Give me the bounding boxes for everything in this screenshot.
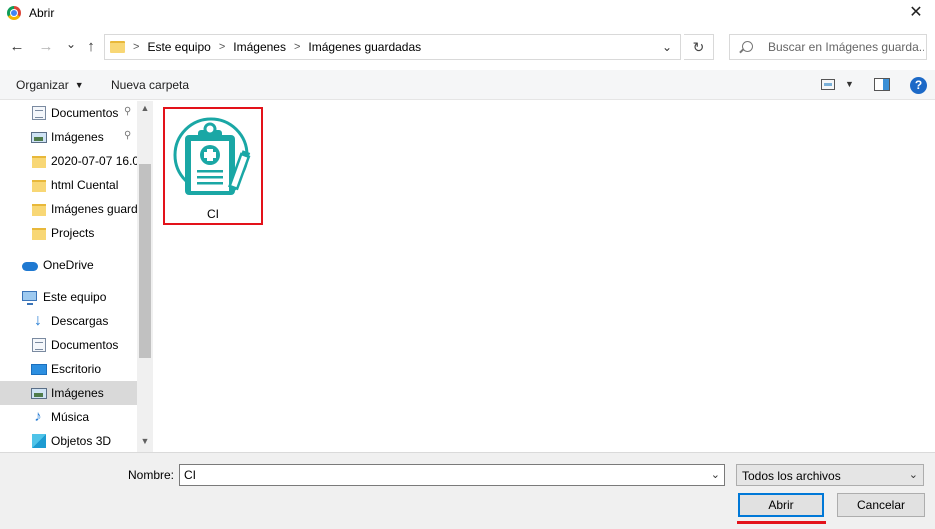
sidebar-item-html-cuental[interactable]: html Cuental — [0, 173, 137, 197]
chevron-down-icon[interactable]: ⌄ — [711, 468, 720, 481]
scrollbar-thumb[interactable] — [139, 164, 151, 358]
file-type-value: Todos los archivos — [742, 469, 841, 483]
sidebar-item-label: OneDrive — [43, 258, 94, 272]
breadcrumb-separator[interactable]: > — [294, 41, 300, 53]
folder-icon — [32, 228, 46, 240]
sidebar-item-label: Projects — [51, 226, 95, 240]
folder-icon — [32, 204, 46, 216]
window-title: Abrir — [29, 6, 55, 20]
folder-icon — [32, 180, 46, 192]
sidebar-item-documentos[interactable]: Documentos — [0, 333, 137, 357]
chevron-down-icon[interactable]: ⌄ — [662, 40, 672, 54]
command-toolbar: Organizar ▼ Nueva carpeta ▼ ? — [0, 70, 935, 100]
pin-icon: ⚲ — [124, 106, 132, 117]
onedrive-icon — [22, 262, 38, 271]
file-item-ci[interactable]: CI — [163, 107, 263, 225]
up-arrow-icon[interactable]: ↑ — [82, 38, 100, 56]
breadcrumb-imagenes[interactable]: Imágenes — [233, 40, 286, 54]
sidebar-item-imagenes-guardadas[interactable]: Imágenes guard — [0, 197, 137, 221]
computer-icon — [22, 291, 37, 305]
sidebar-item-este-equipo[interactable]: Este equipo — [0, 285, 137, 309]
chrome-icon — [7, 6, 21, 20]
breadcrumb-imagenes-guardadas[interactable]: Imágenes guardadas — [308, 40, 421, 54]
address-bar[interactable]: > Este equipo > Imágenes > Imágenes guar… — [104, 34, 681, 60]
close-button[interactable]: ✕ — [905, 2, 927, 24]
sidebar-item-label: Documentos — [51, 106, 119, 120]
music-icon: ♪ — [34, 408, 42, 425]
highlight-underline — [737, 521, 826, 524]
preview-pane-icon[interactable] — [874, 78, 890, 91]
sidebar-item-label: Documentos — [51, 338, 119, 352]
breadcrumb-este-equipo[interactable]: Este equipo — [147, 40, 210, 54]
document-icon — [32, 338, 46, 352]
sidebar-item-label: 2020-07-07 16.01 — [51, 154, 137, 168]
folder-icon — [32, 156, 46, 168]
sidebar-item-label: Objetos 3D — [51, 434, 112, 448]
help-icon[interactable]: ? — [910, 77, 927, 94]
dialog-footer: Nombre: ⌄ Todos los archivos ⌄ Abrir Can… — [0, 452, 935, 529]
sidebar-item-imagenes-quick[interactable]: Imágenes ⚲ — [0, 125, 137, 149]
sidebar-item-escritorio[interactable]: Escritorio — [0, 357, 137, 381]
sidebar-item-label: Escritorio — [51, 362, 102, 376]
search-input[interactable] — [768, 39, 924, 55]
images-icon — [31, 388, 47, 399]
scroll-down-arrow-icon[interactable]: ▼ — [137, 436, 153, 450]
sidebar-item-label: html Cuental — [51, 178, 119, 192]
pin-icon: ⚲ — [124, 130, 132, 141]
refresh-icon[interactable]: ↻ — [684, 34, 714, 60]
images-icon — [31, 132, 47, 143]
navigation-bar: ← → ⌄ ↑ > Este equipo > Imágenes > Imáge… — [0, 32, 935, 64]
sidebar-item-documentos-quick[interactable]: Documentos ⚲ — [0, 101, 137, 125]
back-arrow-icon[interactable]: ← — [8, 38, 26, 56]
sidebar-item-imagenes[interactable]: Imágenes — [0, 381, 137, 405]
breadcrumb-separator[interactable]: > — [219, 41, 225, 53]
navigation-pane: Documentos ⚲ Imágenes ⚲ 2020-07-07 16.01… — [0, 101, 153, 452]
sidebar-item-objetos-3d[interactable]: Objetos 3D — [0, 429, 137, 452]
sidebar-item-descargas[interactable]: ↓ Descargas — [0, 309, 137, 333]
breadcrumb-separator[interactable]: > — [133, 41, 139, 53]
organize-label: Organizar — [16, 78, 69, 92]
sidebar-item-label: Este equipo — [43, 290, 107, 304]
clipboard-medical-icon — [171, 113, 257, 203]
sidebar-item-label: Música — [51, 410, 90, 424]
sidebar-item-label: Imágenes — [51, 386, 104, 400]
sidebar-item-projects[interactable]: Projects — [0, 221, 137, 245]
scroll-up-arrow-icon[interactable]: ▲ — [137, 103, 153, 117]
sidebar-item-label: Descargas — [51, 314, 109, 328]
file-name-label: CI — [207, 207, 219, 221]
download-icon: ↓ — [34, 312, 42, 329]
file-type-select[interactable]: Todos los archivos ⌄ — [736, 464, 924, 486]
view-options-caret-icon[interactable]: ▼ — [845, 79, 854, 89]
cancel-button[interactable]: Cancelar — [837, 493, 925, 517]
title-bar: Abrir ✕ — [0, 0, 935, 26]
sidebar-item-label: Imágenes guard — [51, 202, 137, 216]
filename-input[interactable] — [184, 467, 704, 483]
open-button[interactable]: Abrir — [738, 493, 824, 517]
3d-objects-icon — [32, 434, 46, 448]
chevron-down-icon: ⌄ — [908, 469, 918, 481]
search-box[interactable] — [729, 34, 927, 60]
search-icon — [742, 41, 753, 52]
organize-menu[interactable]: Organizar ▼ — [16, 78, 84, 92]
desktop-icon — [31, 364, 47, 375]
filename-combobox[interactable]: ⌄ — [179, 464, 725, 486]
recent-locations-chevron-icon[interactable]: ⌄ — [62, 35, 80, 53]
sidebar-item-musica[interactable]: ♪ Música — [0, 405, 137, 429]
new-folder-button[interactable]: Nueva carpeta — [111, 78, 189, 92]
filename-label: Nombre: — [128, 468, 175, 482]
file-list: CI — [158, 101, 935, 452]
sidebar-item-label: Imágenes — [51, 130, 104, 144]
sidebar-item-onedrive[interactable]: OneDrive — [0, 253, 137, 277]
folder-icon — [110, 41, 125, 53]
change-view-icon[interactable] — [821, 79, 835, 90]
sidebar-item-folder-2020[interactable]: 2020-07-07 16.01 — [0, 149, 137, 173]
forward-arrow-icon[interactable]: → — [37, 38, 55, 56]
document-icon — [32, 106, 46, 120]
caret-down-icon: ▼ — [74, 80, 84, 90]
